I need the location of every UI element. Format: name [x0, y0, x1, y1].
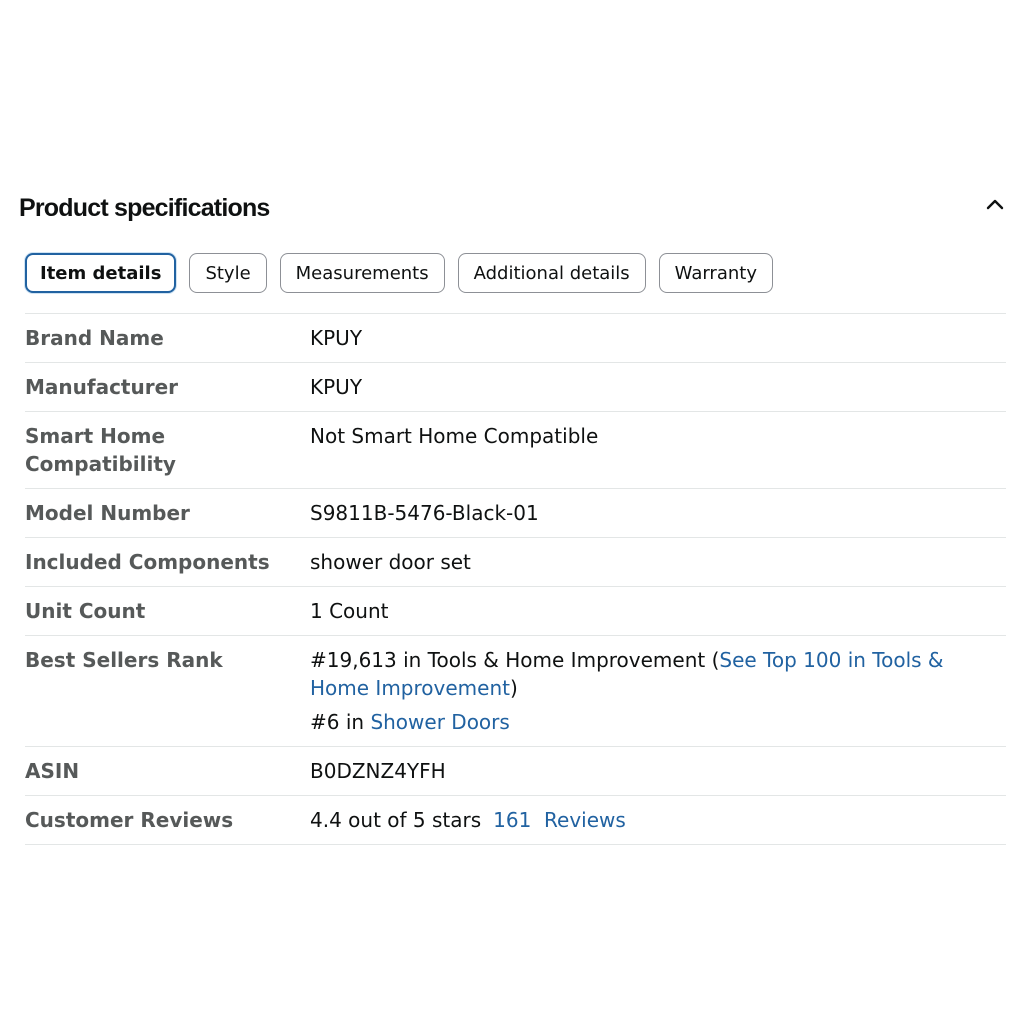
spec-label: Best Sellers Rank — [25, 648, 223, 672]
tab-style[interactable]: Style — [189, 253, 267, 293]
spec-row-included-components: Included Components shower door set — [25, 538, 1006, 587]
spec-row-asin: ASIN B0DZNZ4YFH — [25, 747, 1006, 796]
spec-label: Customer Reviews — [25, 808, 234, 832]
spec-value: S9811B-5476-Black-01 — [310, 501, 539, 525]
spec-value: Not Smart Home Compatible — [310, 424, 599, 448]
rank-text: #6 in — [310, 710, 371, 734]
spec-value: 1 Count — [310, 599, 389, 623]
spec-row-best-sellers-rank: Best Sellers Rank #19,613 in Tools & Hom… — [25, 636, 1006, 747]
tab-additional-details[interactable]: Additional details — [457, 253, 646, 293]
rank-suffix: ) — [509, 676, 518, 700]
shower-doors-link[interactable]: Shower Doors — [370, 710, 509, 734]
rank-line: #6 in Shower Doors — [310, 708, 1006, 736]
spec-row-unit-count: Unit Count 1 Count — [25, 587, 1006, 636]
spec-label: Included Components — [25, 550, 270, 574]
collapse-button[interactable] — [981, 190, 1009, 218]
spec-value: B0DZNZ4YFH — [310, 759, 446, 783]
section-title: Product specifications — [19, 194, 270, 222]
spec-label: Smart Home Compatibility — [25, 424, 176, 476]
spec-label: Model Number — [25, 501, 190, 525]
spec-row-customer-reviews: Customer Reviews 4.4 out of 5 stars 161 R… — [25, 796, 1006, 845]
spec-row-brand-name: Brand Name KPUY — [25, 314, 1006, 363]
spec-label: Brand Name — [25, 326, 164, 350]
rank-line: #19,613 in Tools & Home Improvement (See… — [310, 646, 1006, 702]
chevron-up-icon — [986, 199, 1004, 210]
spec-value: KPUY — [310, 326, 363, 350]
spec-row-smart-home-compatibility: Smart Home Compatibility Not Smart Home … — [25, 412, 1006, 489]
spec-value: 4.4 out of 5 stars 161 Reviews — [310, 806, 1006, 844]
spec-value: shower door set — [310, 550, 471, 574]
tab-warranty[interactable]: Warranty — [658, 253, 773, 293]
spec-value: KPUY — [310, 375, 363, 399]
spec-label: Unit Count — [25, 599, 146, 623]
spec-tabs: Item details Style Measurements Addition… — [25, 253, 773, 293]
tab-item-details[interactable]: Item details — [25, 253, 177, 293]
section-header: Product specifications — [19, 190, 1009, 230]
tab-measurements[interactable]: Measurements — [279, 253, 445, 293]
item-details-table: Brand Name KPUY Manufacturer KPUY Smart … — [25, 313, 1006, 845]
spec-row-model-number: Model Number S9811B-5476-Black-01 — [25, 489, 1006, 538]
spec-label: Manufacturer — [25, 375, 179, 399]
spec-row-manufacturer: Manufacturer KPUY — [25, 363, 1006, 412]
rating-text: 4.4 out of 5 stars — [310, 808, 482, 832]
spec-value: #19,613 in Tools & Home Improvement (See… — [310, 646, 1006, 746]
reviews-link[interactable]: 161 Reviews — [493, 808, 626, 832]
spec-label: ASIN — [25, 759, 80, 783]
rank-text: #19,613 in Tools & Home Improvement ( — [310, 648, 720, 672]
product-specifications-panel: Product specifications Item details Styl… — [0, 0, 1024, 1024]
